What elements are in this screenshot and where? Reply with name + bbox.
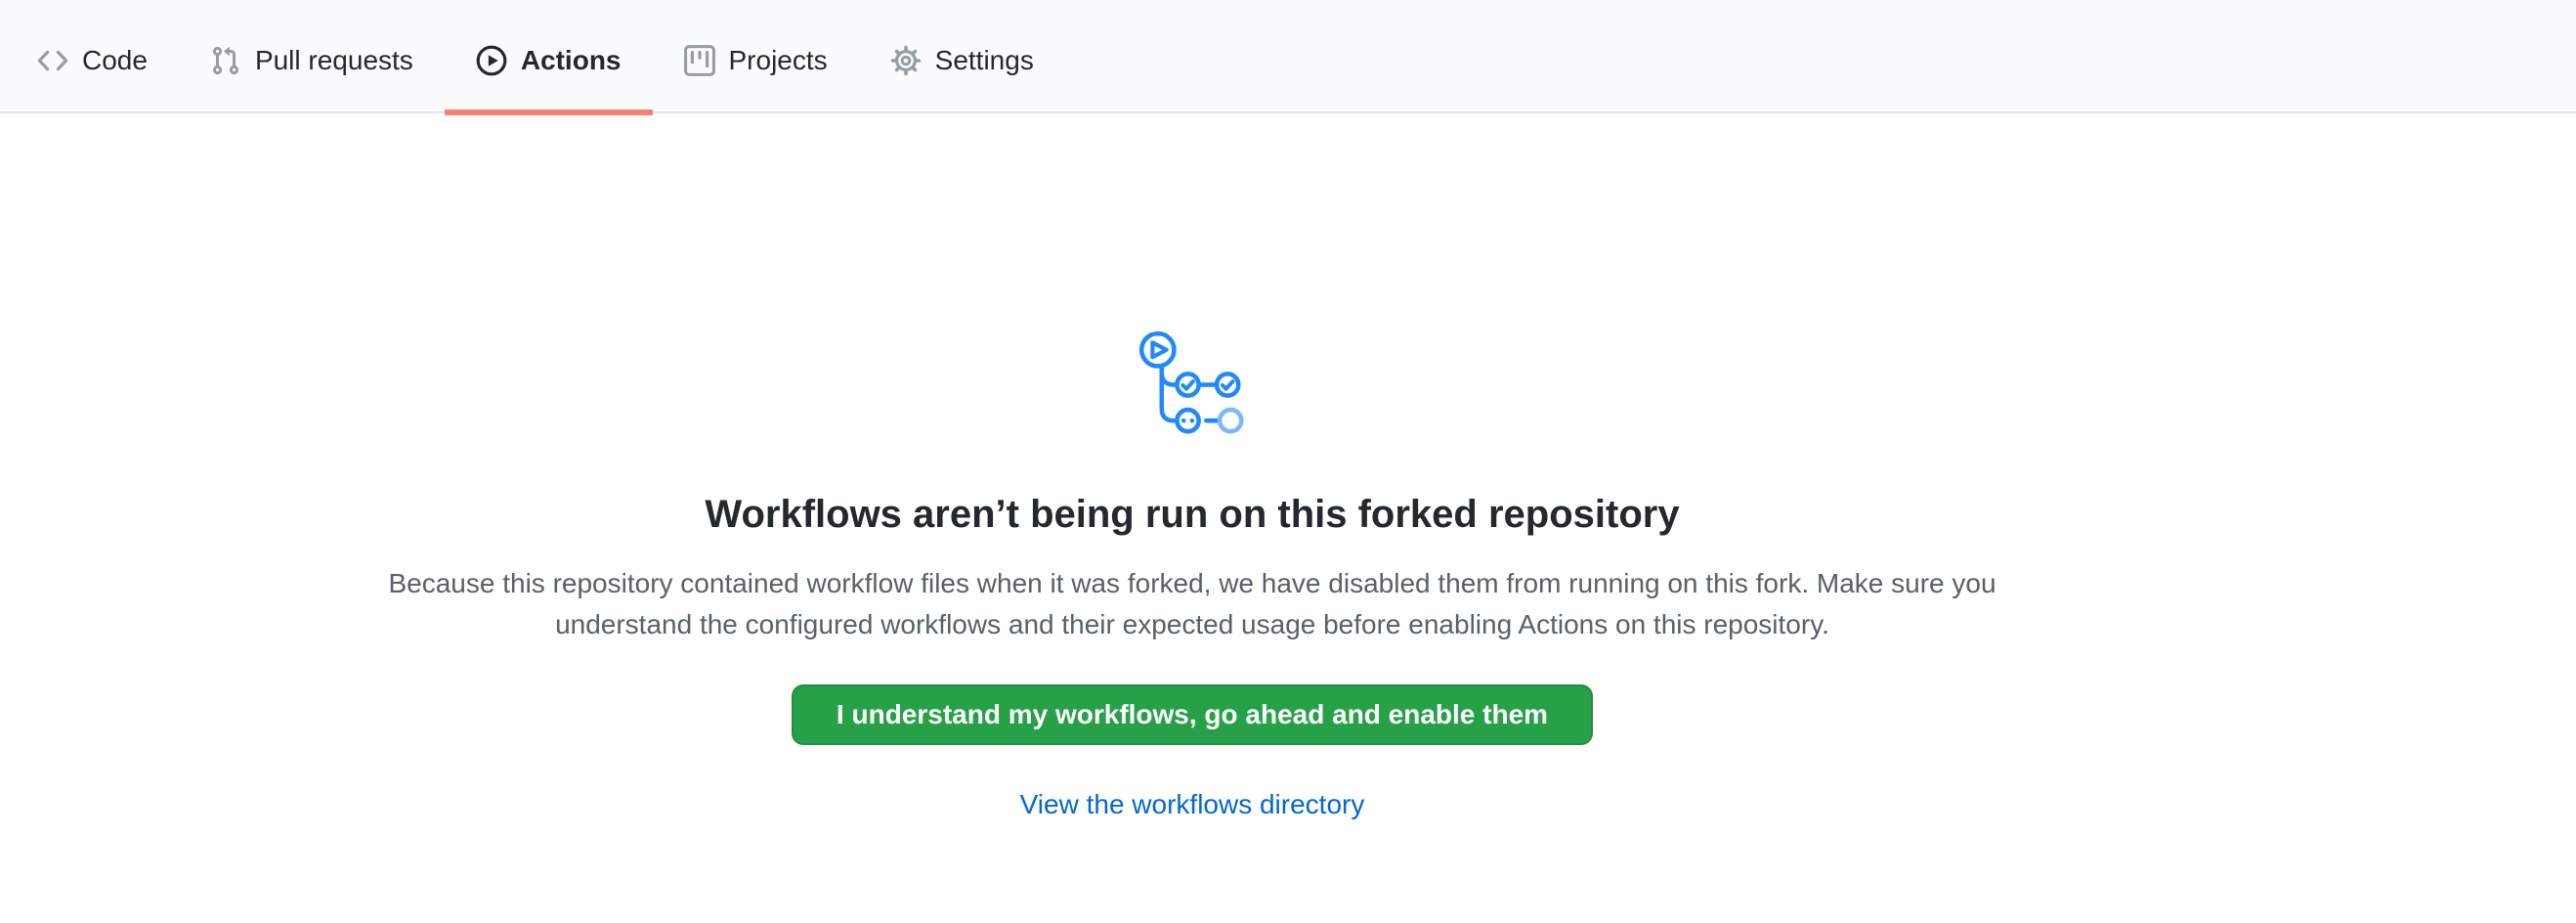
tab-label: Actions (521, 47, 622, 74)
tab-settings[interactable]: Settings (859, 0, 1065, 111)
code-icon (37, 45, 68, 76)
tab-projects[interactable]: Projects (653, 0, 859, 111)
page-title: Workflows aren’t being run on this forke… (381, 491, 2003, 538)
tab-label: Settings (935, 47, 1034, 74)
pull-request-icon (210, 45, 241, 76)
repo-tab-nav: Code Pull requests Actions (0, 0, 2576, 113)
play-circle-icon (476, 45, 507, 76)
tab-label: Projects (729, 47, 828, 74)
tab-pull-requests[interactable]: Pull requests (179, 0, 445, 111)
blankslate-description: Because this repository contained workfl… (381, 563, 2003, 645)
actions-blankslate: Workflows aren’t being run on this forke… (381, 113, 2003, 821)
workflow-graph-icon (1137, 329, 1249, 441)
view-workflows-directory-link[interactable]: View the workflows directory (1020, 789, 1365, 819)
tab-actions[interactable]: Actions (445, 0, 653, 111)
tab-code[interactable]: Code (6, 0, 179, 111)
workflows-link-row: View the workflows directory (381, 788, 2003, 821)
tab-label: Code (82, 47, 148, 74)
project-icon (684, 45, 715, 76)
selected-tab-underline (445, 110, 653, 115)
gear-icon (890, 45, 922, 76)
enable-workflows-button[interactable]: I understand my workflows, go ahead and … (792, 684, 1593, 745)
tab-label: Pull requests (255, 47, 413, 74)
enable-button-row: I understand my workflows, go ahead and … (381, 645, 2003, 745)
